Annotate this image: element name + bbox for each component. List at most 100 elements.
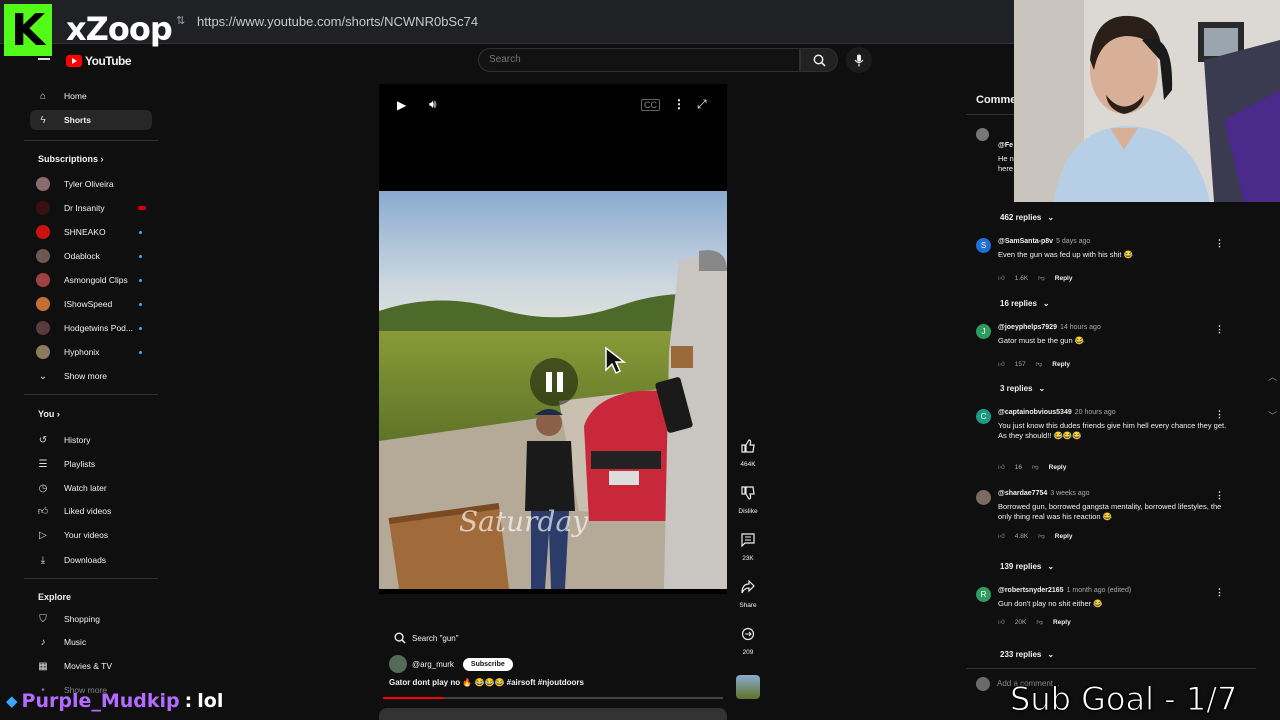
dislike-icon[interactable]: 👎︎ [1036, 618, 1043, 626]
dislike-icon[interactable]: 👎︎ [1038, 274, 1045, 282]
url-field[interactable]: https://www.youtube.com/shorts/NCWNR0bSc… [197, 14, 478, 29]
liked-videos-icon: 👍︎ [37, 506, 49, 517]
like-icon[interactable]: 👍︎ [998, 463, 1005, 471]
comment-author[interactable]: @shardae7754 [998, 490, 1047, 497]
comment-author[interactable]: @Fe [998, 142, 1013, 149]
sidebar-item-history[interactable]: ↺ History [30, 430, 152, 450]
chevron-down-icon: ⌄ [1042, 299, 1050, 308]
avatar[interactable]: S [976, 238, 991, 253]
dislike-button[interactable]: Dislike [736, 481, 760, 515]
dislike-icon[interactable]: 👎︎ [1036, 360, 1043, 368]
comment-author[interactable]: @robertsnyder2165 [998, 587, 1064, 594]
sidebar-subscription-item[interactable]: Hyphonix [30, 342, 152, 362]
sidebar-subscription-item[interactable]: Hodgetwins Pod... [30, 318, 152, 338]
reply-button[interactable]: Reply [1055, 275, 1073, 282]
search-icon [394, 632, 406, 644]
like-icon[interactable]: 👍︎ [998, 618, 1005, 626]
replies-toggle[interactable]: 462 replies ⌄ [1000, 213, 1054, 222]
channel-avatar[interactable] [389, 655, 407, 673]
volume-icon[interactable]: 🔊︎ [429, 97, 437, 112]
sidebar-subscription-item[interactable]: IShowSpeed [30, 294, 152, 314]
replies-toggle[interactable]: 233 replies ⌄ [1000, 650, 1054, 659]
search-box[interactable] [478, 48, 800, 72]
sidebar-item-your-videos[interactable]: ▷ Your videos [30, 525, 152, 545]
sidebar-subscription-item[interactable]: Asmongold Clips [30, 270, 152, 290]
dislike-icon[interactable]: 👎︎ [1038, 532, 1045, 540]
sidebar-item-watch-later[interactable]: ◷ Watch later [30, 478, 152, 498]
sidebar-item-label: Tyler Oliveira [64, 179, 114, 189]
like-icon[interactable]: 👍︎ [998, 360, 1005, 368]
youtube-logo[interactable]: YouTube [66, 54, 132, 68]
voice-search-button[interactable] [846, 47, 872, 73]
comment-author[interactable]: @joeyphelps7929 [998, 324, 1057, 331]
avatar[interactable]: R [976, 587, 991, 602]
like-icon[interactable]: 👍︎ [998, 274, 1005, 282]
chevron-up-icon[interactable]: ︿ [1268, 370, 1277, 383]
next-short-preview[interactable] [379, 708, 727, 720]
sidebar-item-downloads[interactable]: ⤓ Downloads [30, 550, 152, 570]
sidebar-item-shorts[interactable]: ϟ Shorts [30, 110, 152, 130]
play-icon[interactable]: ▶ [397, 98, 406, 112]
avatar[interactable]: J [976, 324, 991, 339]
sidebar-item-shopping[interactable]: ⛉ Shopping [30, 609, 152, 629]
sidebar-item-label: Downloads [64, 555, 107, 565]
like-count: 16 [1014, 463, 1023, 471]
sidebar-item-liked-videos[interactable]: 👍︎ Liked videos [30, 501, 152, 521]
more-options-icon[interactable]: ⋮ [1215, 490, 1224, 501]
like-icon[interactable]: 👍︎ [998, 532, 1005, 540]
replies-toggle[interactable]: 3 replies ⌄ [1000, 384, 1045, 393]
replies-toggle[interactable]: 16 replies ⌄ [1000, 299, 1050, 308]
more-options-icon[interactable]: ⋮ [1215, 324, 1224, 335]
more-options-icon[interactable]: ⋮ [1215, 587, 1224, 598]
avatar[interactable]: C [976, 409, 991, 424]
channel-avatar [36, 177, 50, 191]
channel-name[interactable]: @arg_murk [412, 660, 454, 669]
reply-button[interactable]: Reply [1052, 361, 1070, 368]
comment-author[interactable]: @SamSanta-p8v [998, 238, 1053, 245]
sidebar-subscription-item[interactable]: Odablock [30, 246, 152, 266]
search-button[interactable] [800, 48, 838, 72]
pause-button[interactable] [530, 358, 578, 406]
search-input[interactable] [489, 54, 779, 65]
more-options-icon[interactable]: ⋮ [673, 97, 685, 111]
reply-button[interactable]: Reply [1049, 464, 1067, 471]
like-button[interactable]: 464K [736, 434, 760, 468]
show-more-button[interactable]: ⌄ Show more [30, 366, 152, 386]
progress-bar[interactable] [383, 697, 723, 699]
sound-thumbnail[interactable] [736, 675, 760, 699]
sidebar-item-home[interactable]: ⌂ Home [30, 86, 152, 106]
more-options-icon[interactable]: ⋮ [1215, 409, 1224, 420]
sidebar-item-playlists[interactable]: ☰ Playlists [30, 454, 152, 474]
sidebar-subscription-item[interactable]: SHNEAKO [30, 222, 152, 242]
channel-avatar [36, 345, 50, 359]
reply-button[interactable]: Reply [1055, 533, 1073, 540]
scroll-arrows[interactable]: ︿ ﹀ [1268, 370, 1277, 422]
sidebar-item-music[interactable]: ♪ Music [30, 632, 152, 652]
home-icon: ⌂ [39, 90, 47, 102]
divider [24, 578, 158, 579]
search-chip[interactable]: Search "gun" [394, 632, 459, 644]
sidebar-item-movies[interactable]: ▦ Movies & TV [30, 656, 152, 676]
captions-icon[interactable]: CC [641, 99, 660, 111]
replies-toggle[interactable]: 139 replies ⌄ [1000, 562, 1054, 571]
subscriptions-heading[interactable]: Subscriptions › [38, 154, 104, 164]
comment-author[interactable]: @captainobvious5349 [998, 409, 1072, 416]
sidebar-subscription-item[interactable]: Tyler Oliveira [30, 174, 152, 194]
music-icon: ♪ [40, 636, 46, 648]
you-heading[interactable]: You › [38, 409, 60, 419]
reply-button[interactable]: Reply [1053, 619, 1071, 626]
sidebar-subscription-item[interactable]: Dr Insanity [30, 198, 152, 218]
dislike-icon[interactable]: 👎︎ [1032, 463, 1039, 471]
share-button[interactable]: Share [736, 575, 760, 609]
fullscreen-icon[interactable]: ⤢ [697, 97, 707, 112]
subscribe-button[interactable]: Subscribe [462, 657, 513, 671]
site-info-icon[interactable]: ⇅ [176, 14, 185, 27]
menu-icon[interactable] [38, 58, 50, 60]
chevron-down-icon[interactable]: ﹀ [1268, 409, 1277, 422]
avatar[interactable] [976, 490, 991, 505]
more-options-icon[interactable]: ⋮ [1215, 238, 1224, 249]
new-content-dot [139, 278, 142, 282]
remix-button[interactable]: 209 [736, 622, 760, 656]
comments-button[interactable]: 23K [736, 528, 760, 562]
comment-actions: 👍︎ 16 👎︎ Reply [998, 463, 1067, 472]
